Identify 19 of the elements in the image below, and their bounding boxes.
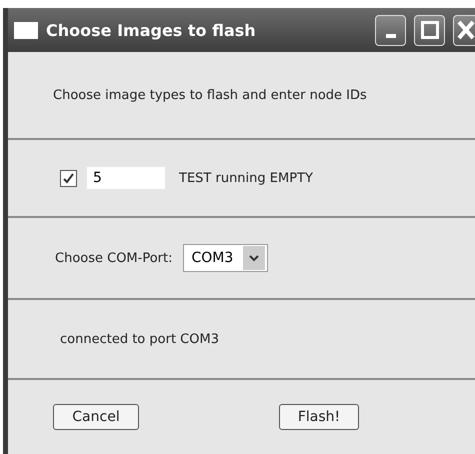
com-port-label: Choose COM-Port: <box>55 250 172 266</box>
checkmark-icon <box>62 172 75 184</box>
node-id-field[interactable]: 5 <box>87 167 165 189</box>
minimize-icon <box>386 34 396 38</box>
chevron-down-icon <box>249 254 260 262</box>
com-port-dropdown[interactable]: COM3 <box>182 244 268 272</box>
image-type-label: TEST running EMPTY <box>179 170 313 186</box>
checkbox[interactable] <box>60 170 77 186</box>
cancel-button[interactable]: Cancel <box>53 404 139 430</box>
maximize-icon <box>420 21 438 39</box>
minimize-button[interactable] <box>375 14 406 46</box>
flash-button[interactable]: Flash! <box>279 404 359 430</box>
maximize-button[interactable] <box>414 14 445 46</box>
window-icon <box>14 22 38 38</box>
close-button[interactable] <box>453 14 475 46</box>
instruction-text: Choose image types to flash and enter node IDs <box>53 88 367 102</box>
status-text: connected to port COM3 <box>60 332 219 346</box>
close-icon <box>457 20 475 40</box>
window-title: Choose Images to flash <box>46 20 257 40</box>
